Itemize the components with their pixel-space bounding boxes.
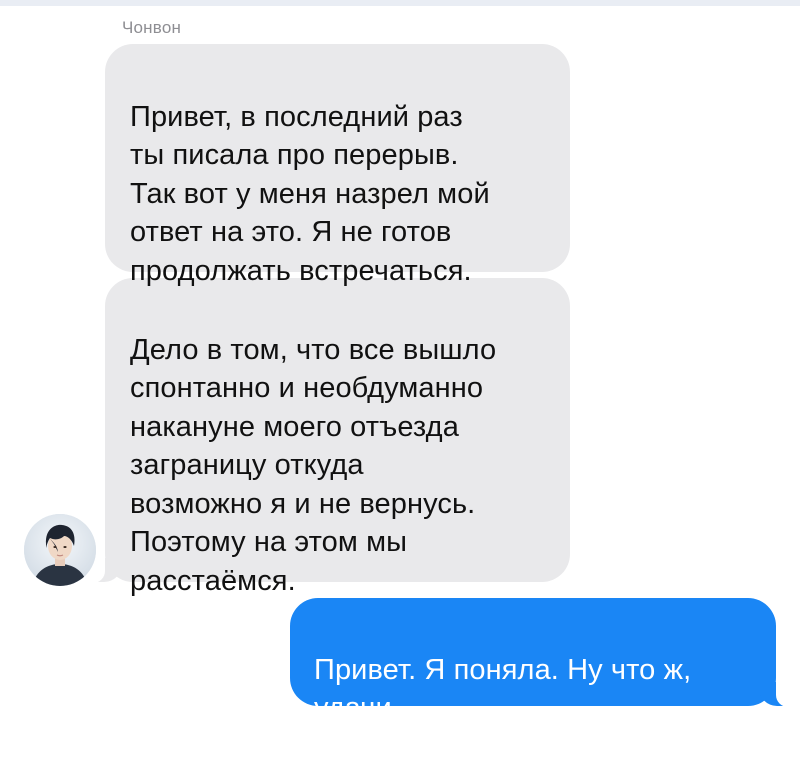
message-text: Привет. Я поняла. Ну что ж, удачи. [314,653,692,725]
top-divider [0,0,800,6]
contact-avatar[interactable] [24,514,96,586]
incoming-message-bubble[interactable]: Дело в том, что все вышло спонтанно и не… [83,278,570,597]
outgoing-message-bubble[interactable]: Привет. Я поняла. Ну что ж, удачи. [290,598,798,724]
sender-name: Чонвон [122,18,182,37]
incoming-message-bubble[interactable]: Привет, в последний раз ты писала про пе… [105,44,570,287]
message-text: Дело в том, что все вышло спонтанно и не… [130,333,497,597]
message-text: Привет, в последний раз ты писала про пе… [130,100,490,287]
avatar-portrait-icon [24,514,96,586]
